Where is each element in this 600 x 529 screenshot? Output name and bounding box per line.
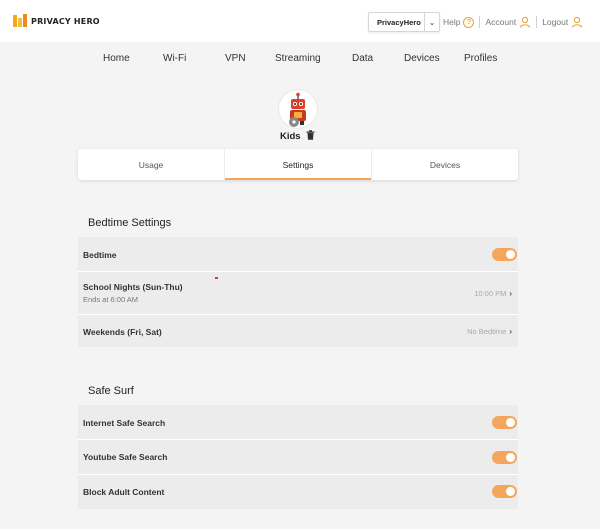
top-links: Help ? Account Logout [443, 16, 583, 28]
school-nights-row[interactable]: School Nights (Sun-Thu) Ends at 6:00 AM … [78, 272, 518, 314]
user-icon [572, 16, 583, 28]
logout-label: Logout [542, 17, 569, 27]
logout-link[interactable]: Logout [542, 16, 583, 28]
weekends-row[interactable]: Weekends (Fri, Sat) No Bedtime › [78, 315, 518, 347]
youtube-safe-search-label: Youtube Safe Search [83, 452, 168, 462]
user-icon [520, 16, 531, 28]
divider [479, 16, 481, 28]
safe-surf-section-title: Safe Surf [88, 385, 134, 397]
help-label: Help [443, 17, 461, 27]
nav-devices[interactable]: Devices [404, 53, 440, 64]
block-adult-content-toggle[interactable] [492, 485, 517, 498]
school-nights-value: 10:00 PM › [474, 289, 512, 298]
tab-devices[interactable]: Devices [372, 149, 518, 180]
school-nights-sub: Ends at 6:00 AM [83, 295, 139, 304]
bedtime-row: Bedtime [78, 237, 518, 271]
bedtime-label: Bedtime [83, 250, 117, 260]
youtube-safe-search-row: Youtube Safe Search [78, 440, 518, 474]
edit-avatar-icon[interactable] [289, 117, 299, 127]
bedtime-section-title: Bedtime Settings [88, 217, 172, 229]
account-selector[interactable]: PrivacyHero ⌄ [368, 12, 440, 32]
chevron-right-icon: › [509, 327, 512, 336]
nav-streaming[interactable]: Streaming [275, 53, 321, 64]
indicator-dot [215, 277, 218, 279]
brand-logo[interactable]: PRIVACY HERO [12, 13, 100, 29]
privacy-hero-logo-icon [13, 14, 27, 27]
nav-home[interactable]: Home [103, 53, 130, 64]
account-link[interactable]: Account [485, 16, 531, 28]
brand-name: PRIVACY HERO [31, 16, 100, 26]
weekends-label: Weekends (Fri, Sat) [83, 327, 162, 337]
account-label: Account [485, 17, 517, 27]
school-nights-time: 10:00 PM [474, 289, 507, 298]
top-header: PRIVACY HERO PrivacyHero ⌄ Help ? Accoun… [0, 0, 600, 42]
question-circle-icon: ? [463, 16, 475, 28]
nav-data[interactable]: Data [352, 53, 373, 64]
block-adult-content-row: Block Adult Content [78, 475, 518, 509]
weekends-time: No Bedtime [467, 327, 507, 336]
profile-tabs: Usage Settings Devices [78, 149, 518, 180]
chevron-down-icon[interactable]: ⌄ [424, 13, 439, 31]
internet-safe-search-row: Internet Safe Search [78, 405, 518, 439]
school-nights-label: School Nights (Sun-Thu) [83, 282, 183, 292]
nav-profiles[interactable]: Profiles [464, 53, 497, 64]
tab-settings[interactable]: Settings [225, 149, 372, 180]
internet-safe-search-toggle[interactable] [492, 416, 517, 429]
trash-icon[interactable] [306, 130, 315, 140]
block-adult-content-label: Block Adult Content [83, 487, 165, 497]
tab-usage[interactable]: Usage [78, 149, 225, 180]
internet-safe-search-label: Internet Safe Search [83, 418, 166, 428]
help-link[interactable]: Help ? [443, 16, 475, 28]
weekends-value: No Bedtime › [467, 327, 512, 336]
account-selector-value: PrivacyHero [377, 17, 421, 27]
nav-wifi[interactable]: Wi-Fi [163, 53, 186, 64]
profile-name: Kids [280, 131, 301, 142]
main-nav: Home Wi-Fi VPN Streaming Data Devices Pr… [0, 42, 600, 72]
youtube-safe-search-toggle[interactable] [492, 451, 517, 464]
divider [536, 16, 538, 28]
chevron-right-icon: › [509, 289, 512, 298]
bedtime-toggle[interactable] [492, 248, 517, 261]
nav-vpn[interactable]: VPN [225, 53, 246, 64]
